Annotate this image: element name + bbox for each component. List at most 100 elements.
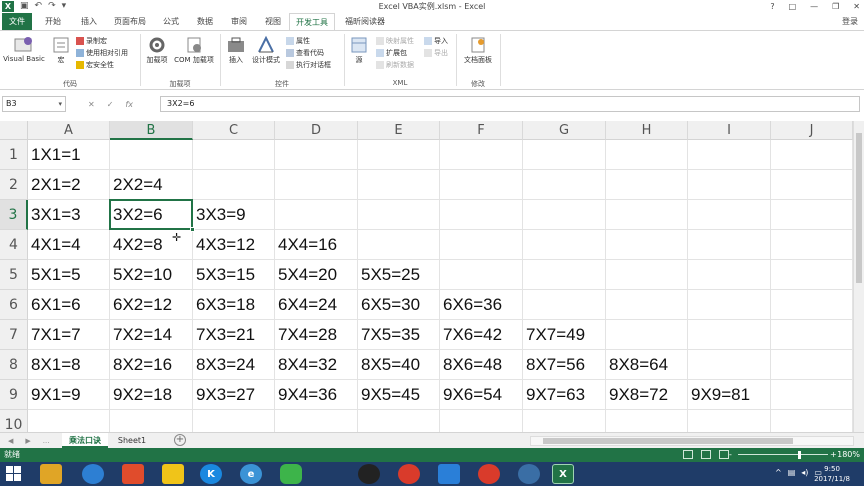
- relative-reference-button[interactable]: 使用相对引用: [76, 47, 128, 58]
- cell-b5[interactable]: 5X2=10: [110, 265, 172, 285]
- row-header-8[interactable]: 8: [0, 350, 28, 380]
- chrome-icon[interactable]: [478, 464, 500, 484]
- row-header-5[interactable]: 5: [0, 260, 28, 290]
- tab-page-layout[interactable]: 页面布局: [110, 13, 150, 30]
- help-button[interactable]: ?: [770, 0, 774, 13]
- zoom-slider[interactable]: [738, 454, 828, 455]
- cancel-entry-icon[interactable]: ✕: [88, 100, 95, 109]
- row-header-10[interactable]: 10: [0, 410, 28, 432]
- sheet-tab-sheet1[interactable]: Sheet1: [112, 433, 152, 448]
- cell-a4[interactable]: 4X1=4: [28, 235, 81, 255]
- page-layout-view-icon[interactable]: [701, 450, 711, 459]
- kugou-icon[interactable]: K: [200, 464, 222, 484]
- chevron-down-icon[interactable]: ▾: [58, 97, 62, 111]
- cell-a7[interactable]: 7X1=7: [28, 325, 81, 345]
- tab-file[interactable]: 文件: [2, 13, 32, 30]
- ribbon-display-button[interactable]: □: [789, 0, 797, 13]
- sheet-tab-multiplication[interactable]: 乘法口诀: [62, 433, 108, 448]
- cell-d8[interactable]: 8X4=32: [275, 355, 337, 375]
- column-header-j[interactable]: J: [771, 121, 853, 140]
- tab-view[interactable]: 视图: [258, 13, 288, 30]
- cell-b4[interactable]: 4X2=8: [110, 235, 163, 255]
- xml-export-button[interactable]: 导出: [424, 47, 448, 58]
- xml-import-button[interactable]: 导入: [424, 35, 448, 46]
- cell-h8[interactable]: 8X8=64: [606, 355, 668, 375]
- prev-sheet-icon[interactable]: ◀: [8, 433, 13, 449]
- cell-c3[interactable]: 3X3=9: [193, 205, 246, 225]
- sign-in-link[interactable]: 登录: [842, 13, 858, 30]
- cell-c7[interactable]: 7X3=21: [193, 325, 255, 345]
- vertical-scrollbar[interactable]: [853, 121, 864, 432]
- qq-icon[interactable]: [358, 464, 380, 484]
- horizontal-scroll-thumb[interactable]: [543, 438, 793, 444]
- row-header-6[interactable]: 6: [0, 290, 28, 320]
- cell-e9[interactable]: 9X5=45: [358, 385, 420, 405]
- cell-e8[interactable]: 8X5=40: [358, 355, 420, 375]
- cell-d4[interactable]: 4X4=16: [275, 235, 337, 255]
- tab-review[interactable]: 审阅: [224, 13, 254, 30]
- cell-e6[interactable]: 6X5=30: [358, 295, 420, 315]
- cell-b8[interactable]: 8X2=16: [110, 355, 172, 375]
- feishu-icon[interactable]: [438, 464, 460, 484]
- column-header-a[interactable]: A: [28, 121, 110, 140]
- tab-home[interactable]: 开始: [38, 13, 68, 30]
- zoom-slider-thumb[interactable]: [798, 451, 801, 459]
- cell-a1[interactable]: 1X1=1: [28, 145, 81, 165]
- tab-foxit-reader[interactable]: 福昕阅读器: [340, 13, 390, 30]
- map-properties-button[interactable]: 映射属性: [376, 35, 414, 46]
- refresh-data-button[interactable]: 刷新数据: [376, 59, 414, 70]
- cell-a3[interactable]: 3X1=3: [28, 205, 81, 225]
- row-header-9[interactable]: 9: [0, 380, 28, 410]
- wechat-icon[interactable]: [280, 464, 302, 484]
- tab-formulas[interactable]: 公式: [156, 13, 186, 30]
- tray-up-icon[interactable]: ^: [775, 468, 782, 477]
- media-player-icon[interactable]: [82, 464, 104, 484]
- edge-icon[interactable]: e: [240, 464, 262, 484]
- cell-f9[interactable]: 9X6=54: [440, 385, 502, 405]
- cell-i9[interactable]: 9X9=81: [688, 385, 750, 405]
- cell-b6[interactable]: 6X2=12: [110, 295, 172, 315]
- cell-b7[interactable]: 7X2=14: [110, 325, 172, 345]
- cell-d6[interactable]: 6X4=24: [275, 295, 337, 315]
- app-icon[interactable]: [122, 464, 144, 484]
- xml-source-button[interactable]: 源: [348, 35, 370, 65]
- next-sheet-icon[interactable]: ▶: [25, 433, 30, 449]
- cell-b2[interactable]: 2X2=4: [110, 175, 163, 195]
- minimize-button[interactable]: —: [810, 0, 818, 13]
- cell-a2[interactable]: 2X1=2: [28, 175, 81, 195]
- insert-control-button[interactable]: 插入: [224, 35, 248, 65]
- column-header-f[interactable]: F: [440, 121, 523, 140]
- select-all-button[interactable]: [0, 121, 28, 140]
- row-header-7[interactable]: 7: [0, 320, 28, 350]
- zoom-in-button[interactable]: +: [830, 448, 837, 462]
- cell-c5[interactable]: 5X3=15: [193, 265, 255, 285]
- column-header-c[interactable]: C: [193, 121, 275, 140]
- more-sheets-icon[interactable]: ...: [43, 433, 50, 449]
- cell-e5[interactable]: 5X5=25: [358, 265, 420, 285]
- cell-c6[interactable]: 6X3=18: [193, 295, 255, 315]
- app-icon[interactable]: [518, 464, 540, 484]
- zoom-out-button[interactable]: -: [729, 448, 732, 462]
- excel-taskbar-icon[interactable]: X: [552, 464, 574, 484]
- cell-f7[interactable]: 7X6=42: [440, 325, 502, 345]
- row-header-2[interactable]: 2: [0, 170, 28, 200]
- column-header-h[interactable]: H: [606, 121, 688, 140]
- windows-start-icon[interactable]: [6, 466, 22, 482]
- name-box[interactable]: B3 ▾: [2, 96, 66, 112]
- taskbar-clock[interactable]: 9:50 2017/11/8: [814, 464, 850, 484]
- visual-basic-button[interactable]: Visual Basic: [2, 35, 46, 63]
- formula-input[interactable]: 3X2=6: [160, 96, 860, 112]
- cell-b9[interactable]: 9X2=18: [110, 385, 172, 405]
- column-header-b[interactable]: B: [110, 121, 193, 140]
- cell-d5[interactable]: 5X4=20: [275, 265, 337, 285]
- addins-button[interactable]: 加载项: [144, 35, 170, 65]
- column-header-d[interactable]: D: [275, 121, 358, 140]
- cell-g9[interactable]: 9X7=63: [523, 385, 585, 405]
- fill-handle[interactable]: [190, 227, 195, 232]
- insert-function-icon[interactable]: fx: [125, 100, 133, 109]
- row-header-1[interactable]: 1: [0, 140, 28, 170]
- cell-c4[interactable]: 4X3=12: [193, 235, 255, 255]
- cell-g7[interactable]: 7X7=49: [523, 325, 585, 345]
- add-sheet-button[interactable]: +: [174, 434, 186, 446]
- cell-d7[interactable]: 7X4=28: [275, 325, 337, 345]
